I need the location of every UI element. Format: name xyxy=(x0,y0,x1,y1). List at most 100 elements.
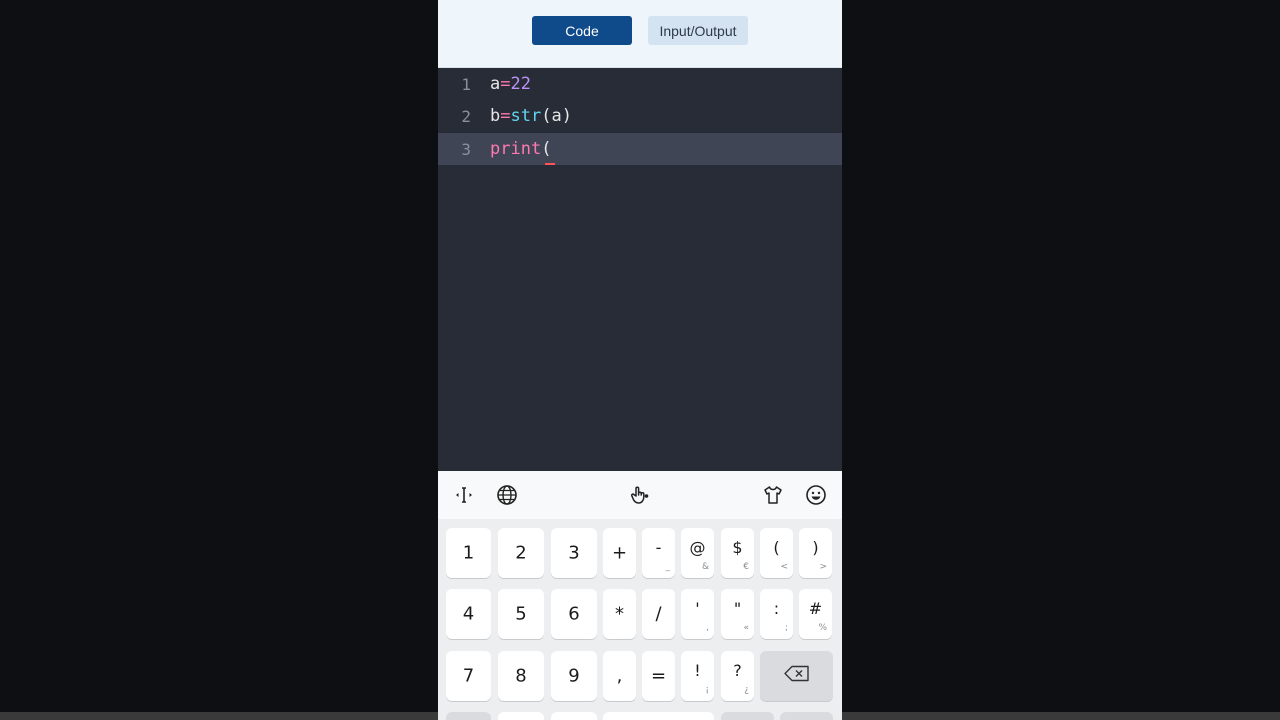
code-line[interactable]: 1 a=22 xyxy=(438,68,842,100)
key-label: ( xyxy=(773,538,780,557)
tab-input-output[interactable]: Input/Output xyxy=(648,16,748,45)
key-sublabel: > xyxy=(819,562,827,572)
space-key[interactable] xyxy=(603,712,714,720)
line-number: 3 xyxy=(461,139,471,159)
key-label: 4 xyxy=(462,603,475,625)
key-dollar[interactable]: $ € xyxy=(721,528,754,578)
key-question[interactable]: ? ¿ xyxy=(721,651,754,701)
key-9[interactable]: 9 xyxy=(551,651,597,701)
code-token: str xyxy=(510,106,542,126)
key-label: , xyxy=(616,665,623,687)
backspace-key[interactable] xyxy=(760,651,833,701)
key-partial[interactable] xyxy=(551,712,597,720)
backspace-icon xyxy=(760,665,833,687)
key-6[interactable]: 6 xyxy=(551,589,597,639)
key-label: - xyxy=(655,538,662,557)
key-partial[interactable] xyxy=(721,712,774,720)
touch-gesture-icon[interactable] xyxy=(628,483,652,507)
key-4[interactable]: 4 xyxy=(446,589,491,639)
code-text: print( xyxy=(490,139,551,159)
key-sublabel: & xyxy=(701,562,709,572)
key-label: + xyxy=(611,542,628,564)
theme-shirt-icon[interactable] xyxy=(761,483,785,507)
key-at[interactable]: @ & xyxy=(681,528,714,578)
key-colon[interactable]: :; xyxy=(760,589,793,639)
key-label: ' xyxy=(695,599,700,618)
key-sublabel: % xyxy=(818,623,827,633)
key-sublabel: _ xyxy=(665,562,671,572)
key-sublabel: , xyxy=(706,623,709,633)
key-label: 5 xyxy=(515,603,527,625)
key-label: @ xyxy=(689,538,706,557)
emoji-icon[interactable] xyxy=(804,483,828,507)
code-token: (a) xyxy=(541,106,572,126)
key-sublabel: ¿ xyxy=(744,685,749,695)
key-8[interactable]: 8 xyxy=(498,651,544,701)
key-exclamation[interactable]: ! ¡ xyxy=(681,651,714,701)
code-token: = xyxy=(500,74,511,94)
key-sublabel: < xyxy=(780,562,788,572)
globe-icon[interactable] xyxy=(495,483,519,507)
key-label: $ xyxy=(732,538,743,557)
key-label: ! xyxy=(694,661,701,680)
key-label: : xyxy=(773,599,780,618)
key-slash[interactable]: / xyxy=(642,589,675,639)
code-token: = xyxy=(500,106,511,126)
soft-keyboard: 1 2 3 + - _ @ & $ € (< ) > 4 5 6 * / ', " « :… xyxy=(438,471,842,720)
key-label: / xyxy=(655,603,662,625)
key-label: # xyxy=(808,599,823,618)
key-asterisk[interactable]: * xyxy=(603,589,636,639)
key-sublabel: « xyxy=(743,623,749,633)
key-5[interactable]: 5 xyxy=(498,589,544,639)
code-token: print xyxy=(490,139,542,159)
key-label: 7 xyxy=(462,665,475,687)
phone-screen: Code Input/Output 1 a=22 2 b=str(a) 3 pr… xyxy=(438,0,842,720)
code-line[interactable]: 2 b=str(a) xyxy=(438,100,842,132)
code-token: ( xyxy=(541,139,552,159)
text-cursor-icon[interactable] xyxy=(452,483,476,507)
key-label: 6 xyxy=(568,603,580,625)
key-label: 9 xyxy=(568,665,580,687)
key-plus[interactable]: + xyxy=(603,528,636,578)
key-close-paren[interactable]: ) > xyxy=(799,528,832,578)
key-comma[interactable]: , xyxy=(603,651,636,701)
line-number: 1 xyxy=(461,74,471,94)
key-quote[interactable]: " « xyxy=(721,589,754,639)
code-token: 22 xyxy=(510,74,531,94)
key-label: 3 xyxy=(568,542,580,564)
key-apostrophe[interactable]: ', xyxy=(681,589,714,639)
key-2[interactable]: 2 xyxy=(498,528,544,578)
key-sublabel: ¡ xyxy=(705,685,709,695)
key-3[interactable]: 3 xyxy=(551,528,597,578)
key-partial[interactable] xyxy=(498,712,544,720)
key-partial[interactable] xyxy=(780,712,833,720)
code-token: a xyxy=(490,74,501,94)
key-label: ? xyxy=(733,661,742,680)
code-line-active[interactable]: 3 print( xyxy=(438,133,842,165)
tab-code[interactable]: Code xyxy=(532,16,632,45)
key-sublabel: ; xyxy=(784,623,788,633)
code-text: b=str(a) xyxy=(490,106,572,126)
key-label: 2 xyxy=(515,542,527,564)
key-label: 8 xyxy=(515,665,527,687)
line-number: 2 xyxy=(461,106,471,126)
key-partial[interactable] xyxy=(446,712,491,720)
key-label: " xyxy=(733,599,742,618)
key-sublabel: € xyxy=(743,562,749,572)
text-caret xyxy=(545,163,555,165)
key-label: * xyxy=(615,603,624,625)
key-1[interactable]: 1 xyxy=(446,528,491,578)
key-label: ) xyxy=(812,538,819,557)
code-editor[interactable]: 1 a=22 2 b=str(a) 3 print( xyxy=(438,68,842,471)
keyboard-toolbar xyxy=(438,471,842,519)
key-minus[interactable]: - _ xyxy=(642,528,675,578)
code-token: b xyxy=(490,106,501,126)
header-bar: Code Input/Output xyxy=(438,0,842,68)
key-equals[interactable]: = xyxy=(642,651,675,701)
key-hash[interactable]: #% xyxy=(799,589,832,639)
key-label: = xyxy=(650,665,667,687)
code-text: a=22 xyxy=(490,74,531,94)
key-7[interactable]: 7 xyxy=(446,651,491,701)
key-open-paren[interactable]: (< xyxy=(760,528,793,578)
key-label: 1 xyxy=(462,542,475,564)
